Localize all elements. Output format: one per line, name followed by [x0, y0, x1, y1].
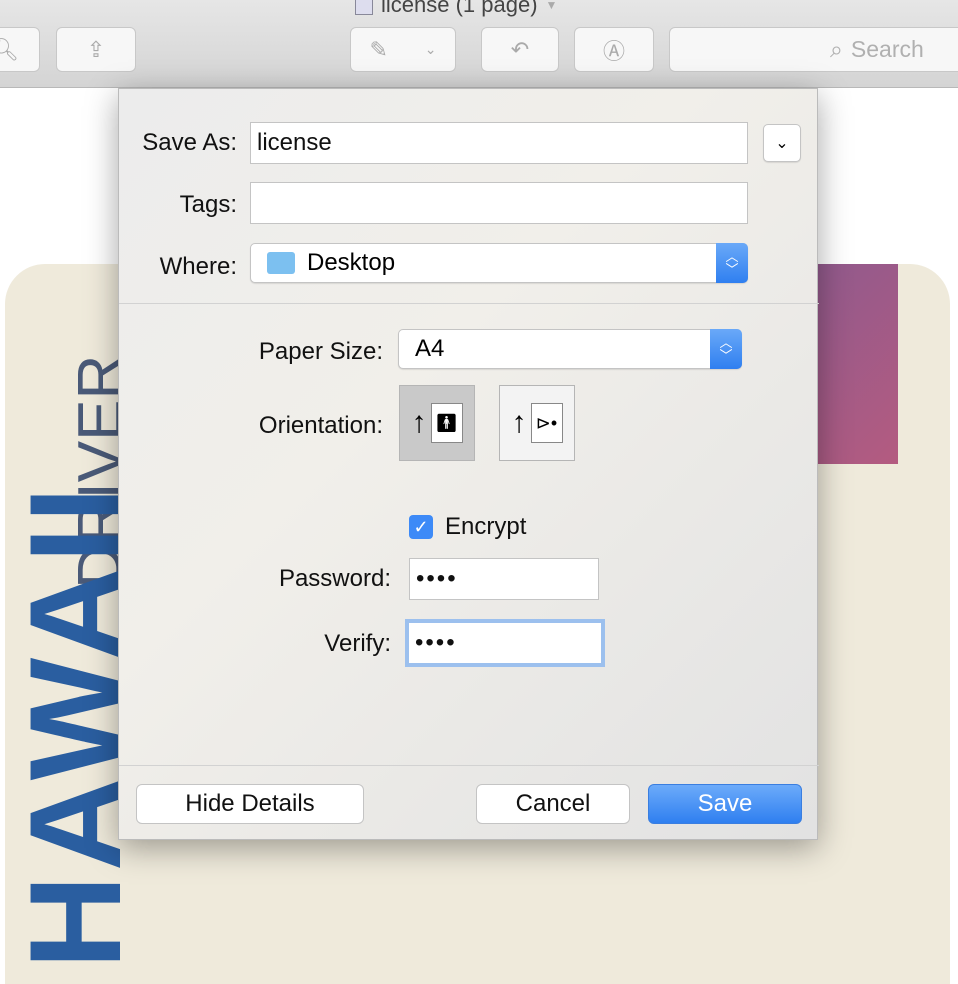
- landscape-person-icon: ⊳•: [530, 403, 563, 443]
- magnifier-icon: 🔍︎: [0, 36, 19, 62]
- chevron-down-icon: ⌄: [775, 135, 789, 152]
- encrypt-checkbox[interactable]: ✓: [409, 515, 433, 539]
- expand-button[interactable]: ⌄: [763, 124, 801, 162]
- title-bar: license (1 page) ▼ 🔍︎ ⇪ ✎ ⌄ ↶ Ⓐ ⌕ Search: [0, 0, 958, 88]
- save-as-input[interactable]: license: [250, 122, 748, 164]
- paper-size-popup[interactable]: A4 ︿ ﹀: [398, 329, 742, 369]
- orientation-label: Orientation:: [258, 412, 383, 439]
- window-title[interactable]: license (1 page) ▼: [355, 0, 557, 18]
- tags-label: Tags:: [179, 191, 237, 218]
- markup-button[interactable]: ✎ ⌄: [350, 27, 456, 72]
- password-label: Password:: [278, 565, 391, 592]
- document-icon: [355, 0, 373, 15]
- rotate-icon: ↶: [510, 36, 530, 62]
- where-popup[interactable]: Desktop ︿ ﹀: [250, 243, 748, 283]
- checkmark-icon: ✓: [413, 516, 429, 537]
- chevron-down-icon[interactable]: ⌄: [425, 41, 437, 58]
- encrypt-label: Encrypt: [445, 513, 527, 540]
- hide-details-button[interactable]: Hide Details: [136, 784, 364, 824]
- save-button[interactable]: Save: [648, 784, 802, 824]
- updown-icon: ︿ ﹀: [716, 243, 748, 283]
- search-field[interactable]: ⌕ Search: [669, 27, 958, 72]
- pen-circle-icon: Ⓐ: [602, 38, 625, 64]
- chevron-down-icon: ▼: [545, 0, 558, 12]
- divider: [119, 765, 819, 766]
- updown-icon: ︿ ﹀: [710, 329, 742, 369]
- share-icon: ⇪: [86, 36, 106, 62]
- rotate-button[interactable]: ↶: [481, 27, 559, 72]
- arrow-up-icon: ↑: [511, 406, 527, 439]
- search-icon: ⌕: [830, 36, 843, 62]
- verify-input[interactable]: ••••: [405, 619, 605, 667]
- zoom-button[interactable]: 🔍︎: [0, 27, 40, 72]
- password-input[interactable]: ••••: [409, 558, 599, 600]
- portrait-person-icon: 🚹︎: [430, 403, 463, 443]
- cancel-button[interactable]: Cancel: [476, 784, 630, 824]
- save-dialog: Save As: license ⌄ Tags: Where: Desktop …: [118, 88, 819, 840]
- verify-label: Verify:: [324, 630, 391, 657]
- where-label: Where:: [159, 253, 237, 280]
- highlighter-icon: ✎: [369, 36, 388, 62]
- portrait-button[interactable]: ↑ 🚹︎: [399, 385, 475, 461]
- landscape-button[interactable]: ↑ ⊳•: [499, 385, 575, 461]
- annotate-button[interactable]: Ⓐ: [574, 27, 654, 72]
- divider: [119, 303, 819, 304]
- share-button[interactable]: ⇪: [56, 27, 136, 72]
- save-as-label: Save As:: [142, 129, 237, 156]
- tags-input[interactable]: [250, 182, 748, 224]
- arrow-up-icon: ↑: [411, 406, 427, 439]
- folder-icon: [267, 252, 295, 274]
- paper-size-label: Paper Size:: [258, 338, 383, 365]
